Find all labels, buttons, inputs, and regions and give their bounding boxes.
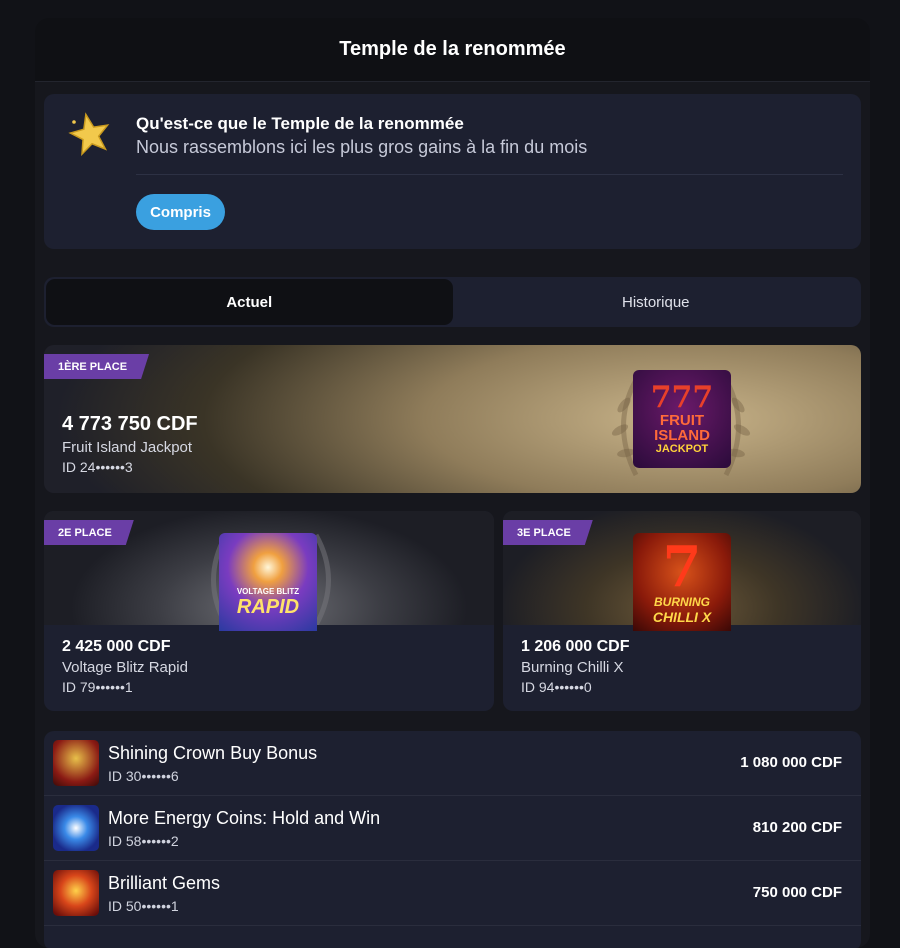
- thumb-label: JACKPOT: [655, 442, 709, 455]
- thumb-label: ISLAND: [654, 426, 710, 444]
- player-id: ID 30••••••6: [108, 768, 179, 784]
- prize-amount: 750 000 CDF: [752, 884, 842, 901]
- thumb-label: RAPID: [236, 596, 300, 618]
- thumb-label: BURNING: [654, 595, 710, 609]
- player-id: ID 50••••••1: [108, 898, 179, 914]
- first-place-card[interactable]: 1ÈRE PLACE 777 FRUIT ISLAND JACKPOT 4 77…: [44, 345, 861, 493]
- thumb-label: CHILLI X: [652, 609, 712, 625]
- info-text: Nous rassemblons ici les plus gros gains…: [136, 137, 588, 157]
- place-badge: 2E PLACE: [44, 520, 134, 545]
- game-name: Brilliant Gems: [108, 873, 221, 893]
- hall-of-fame-panel: Temple de la renommée Qu'est-ce que le T…: [35, 18, 870, 948]
- player-id: ID 94••••••0: [521, 679, 592, 695]
- game-thumbnail: 777 FRUIT ISLAND JACKPOT: [633, 370, 731, 468]
- panel-header: Temple de la renommée: [35, 18, 870, 82]
- prize-amount: 2 425 000 CDF: [62, 638, 171, 655]
- game-thumbnail: [53, 740, 99, 786]
- info-heading: Qu'est-ce que le Temple de la renommée: [136, 114, 464, 133]
- second-place-details: 2 425 000 CDF Voltage Blitz Rapid ID 79•…: [62, 638, 188, 695]
- game-thumbnail: 7 BURNING CHILLI X: [633, 533, 731, 631]
- thumb-label: 7: [662, 534, 702, 600]
- tab-history[interactable]: Historique: [453, 279, 860, 325]
- place-badge: 3E PLACE: [503, 520, 593, 545]
- prize-amount: 1 080 000 CDF: [740, 754, 842, 771]
- third-place-card[interactable]: 7 BURNING CHILLI X 1 206 000 CDF Burning…: [503, 511, 861, 711]
- game-name: Voltage Blitz Rapid: [62, 659, 188, 676]
- page-title: Temple de la renommée: [339, 38, 566, 60]
- third-place-details: 1 206 000 CDF Burning Chilli X ID 94••••…: [521, 638, 630, 695]
- understood-button[interactable]: Compris: [136, 194, 225, 230]
- info-card: Qu'est-ce que le Temple de la renommée N…: [44, 94, 861, 249]
- game-name: Burning Chilli X: [521, 659, 624, 676]
- winners-list: Shining Crown Buy Bonus ID 30••••••6 1 0…: [44, 731, 861, 948]
- list-item[interactable]: Brilliant Gems ID 50••••••1 750 000 CDF: [44, 861, 861, 926]
- prize-amount: 1 206 000 CDF: [521, 638, 630, 655]
- first-place-details: 4 773 750 CDF Fruit Island Jackpot ID 24…: [62, 413, 198, 475]
- game-name: Fruit Island Jackpot: [62, 439, 193, 456]
- game-name: More Energy Coins: Hold and Win: [108, 808, 381, 828]
- period-tabs: Actuel Historique: [44, 277, 861, 327]
- divider: [136, 174, 843, 175]
- game-thumbnail: [53, 805, 99, 851]
- game-thumbnail: VOLTAGE BLITZ RAPID: [219, 533, 317, 631]
- list-item[interactable]: More Energy Coins: Hold and Win ID 58•••…: [44, 796, 861, 861]
- second-place-card[interactable]: VOLTAGE BLITZ RAPID 2 425 000 CDF Voltag…: [44, 511, 494, 711]
- thumb-label: 777: [650, 379, 714, 415]
- player-id: ID 79••••••1: [62, 679, 133, 695]
- game-name: Shining Crown Buy Bonus: [108, 743, 318, 763]
- player-id: ID 24••••••3: [62, 459, 133, 475]
- place-badge: 1ÈRE PLACE: [44, 354, 149, 379]
- prize-amount: 4 773 750 CDF: [62, 413, 198, 435]
- thumb-label: VOLTAGE BLITZ: [236, 587, 300, 596]
- player-id: ID 58••••••2: [108, 833, 179, 849]
- star-icon: [68, 112, 110, 156]
- prize-amount: 810 200 CDF: [752, 819, 842, 836]
- thumb-label: FRUIT: [659, 411, 705, 429]
- list-item[interactable]: Shining Crown Buy Bonus ID 30••••••6 1 0…: [44, 731, 861, 796]
- game-thumbnail: [53, 870, 99, 916]
- tab-current[interactable]: Actuel: [46, 279, 453, 325]
